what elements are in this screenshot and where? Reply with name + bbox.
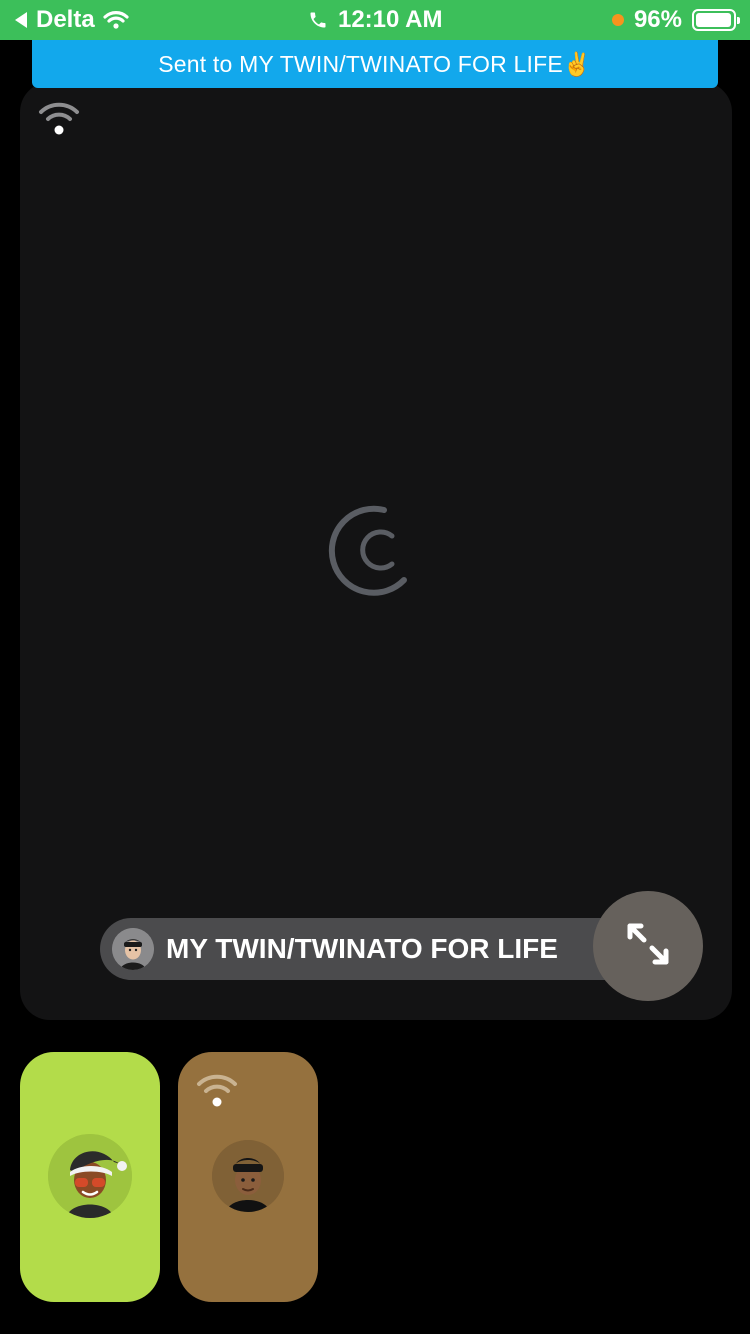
- clock-time: 12:10 AM: [337, 6, 443, 33]
- main-video-tile[interactable]: MY TWIN/TWINATO FOR LIFE: [20, 82, 732, 1020]
- status-bar-right: 96%: [611, 6, 740, 34]
- bitmoji-avatar-cap: [212, 1140, 284, 1212]
- sent-banner-text: Sent to MY TWIN/TWINATO FOR LIFE✌️: [158, 50, 592, 77]
- phone-icon: [308, 10, 328, 30]
- participant-name-pill[interactable]: MY TWIN/TWINATO FOR LIFE: [100, 918, 672, 980]
- expand-button[interactable]: [593, 891, 703, 1001]
- sent-confirmation-banner[interactable]: Sent to MY TWIN/TWINATO FOR LIFE✌️: [32, 40, 718, 88]
- battery-percent: 96%: [633, 6, 682, 33]
- expand-arrows-icon: [624, 920, 672, 973]
- battery-cap: [737, 17, 740, 24]
- status-bar: Delta 12:10 AM 96%: [0, 0, 750, 40]
- battery-icon: [692, 9, 740, 31]
- bitmoji-avatar-cap: [112, 928, 154, 970]
- wifi-signal-icon: [38, 100, 80, 141]
- participant-thumbnail-self[interactable]: [20, 1052, 160, 1302]
- loading-spinner-icon: [326, 502, 422, 603]
- participant-name-label: MY TWIN/TWINATO FOR LIFE: [166, 933, 558, 964]
- participant-thumbnail-twin[interactable]: [178, 1052, 318, 1302]
- bitmoji-avatar-santa-hat: [48, 1134, 132, 1218]
- orange-dot-indicator: [611, 14, 624, 26]
- battery-fill: [696, 13, 731, 27]
- wifi-signal-icon: [196, 1072, 238, 1113]
